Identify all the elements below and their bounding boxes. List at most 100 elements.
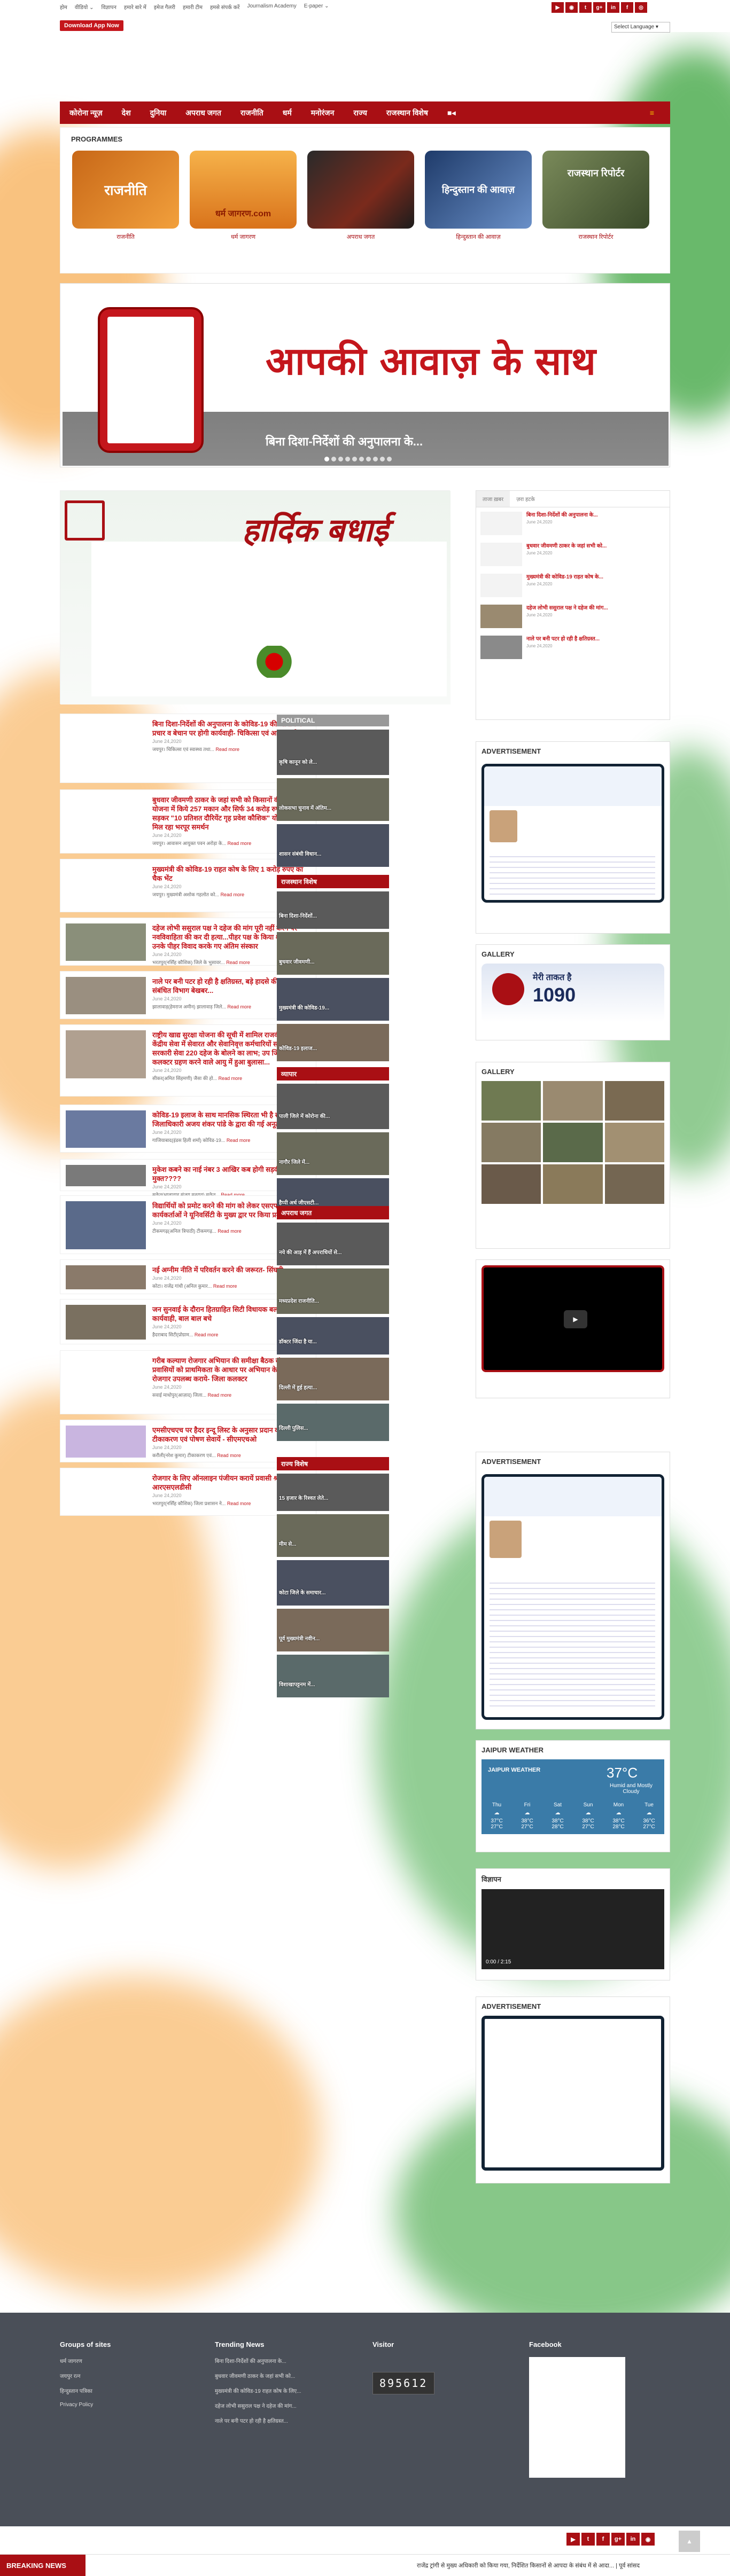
- menu-icon[interactable]: ≡: [640, 108, 664, 117]
- banner-dots[interactable]: [324, 457, 392, 461]
- nav-apradh[interactable]: अपराध जगत: [176, 108, 231, 118]
- category-story-caption[interactable]: पूर्व मुख्यमंत्री नवीन...: [279, 1635, 386, 1642]
- category-story[interactable]: कोविड-19 इलाज...: [277, 1024, 389, 1061]
- top-nav-home[interactable]: होम: [60, 3, 67, 11]
- recent-thumbnail[interactable]: [480, 605, 522, 628]
- recent-title[interactable]: मुख्यमंत्री की कोविड-19 राहत कोष के...: [526, 574, 603, 581]
- trending-link[interactable]: बुधवार जीवमणी ठाकर के जहां सभी को...: [215, 2372, 301, 2379]
- twitter-icon[interactable]: t: [581, 2533, 595, 2546]
- category-story-caption[interactable]: मीम से...: [279, 1541, 386, 1548]
- rss-icon[interactable]: ◉: [565, 2, 578, 13]
- category-title[interactable]: राजस्थान विशेष: [277, 875, 389, 888]
- category-story[interactable]: मीम से...: [277, 1514, 389, 1557]
- tab-latest[interactable]: ताजा ख़बर: [476, 491, 510, 507]
- category-story-caption[interactable]: कोविड-19 इलाज...: [279, 1045, 386, 1052]
- recent-item[interactable]: मुख्यमंत्री की कोविड-19 राहत कोष के... Ju…: [476, 569, 670, 600]
- programme-item[interactable]: राजस्थान रिपोर्टर राजस्थान रिपोर्टर: [542, 151, 649, 241]
- nav-dharm[interactable]: धर्म: [273, 108, 301, 118]
- read-more-link[interactable]: Read more: [228, 841, 252, 846]
- category-story-caption[interactable]: नागौर जिले में...: [279, 1159, 386, 1166]
- footer-link[interactable]: जयपुर रत्न: [60, 2372, 111, 2379]
- programme-item[interactable]: राजनीति राजनीति: [72, 151, 179, 241]
- category-story-caption[interactable]: 15 हजार के रिश्वत लेते...: [279, 1495, 386, 1502]
- recent-thumbnail[interactable]: [480, 543, 522, 566]
- facebook-icon[interactable]: f: [596, 2533, 610, 2546]
- nav-rajasthan[interactable]: राजस्थान विशेष: [377, 108, 438, 118]
- category-story[interactable]: मध्यप्रदेश राजनीति...: [277, 1269, 389, 1314]
- category-story-caption[interactable]: बिना दिशा-निर्देशों...: [279, 913, 386, 920]
- read-more-link[interactable]: Read more: [228, 1004, 252, 1009]
- footer-link[interactable]: Privacy Policy: [60, 2402, 111, 2408]
- category-story[interactable]: पाली जिले में कोरोना की...: [277, 1084, 389, 1129]
- feature-greeting[interactable]: हार्दिक बधाई: [60, 490, 451, 704]
- category-story-caption[interactable]: नये की आड़ में हैं अपराधियों से...: [279, 1249, 386, 1256]
- read-more-link[interactable]: Read more: [195, 1332, 219, 1337]
- breaking-ticker[interactable]: राजेंद्र ट्रांगी से मुख्य अधिकारी को किय…: [417, 2562, 640, 2570]
- news-thumbnail[interactable]: [66, 795, 146, 843]
- programme-item[interactable]: हिन्दुस्तान की आवाज़ हिन्दुस्तान की आवाज…: [425, 151, 532, 241]
- read-more-link[interactable]: Read more: [221, 892, 245, 897]
- ad-card[interactable]: [482, 2016, 664, 2171]
- top-nav-gallery[interactable]: इमेज गैलरी: [154, 3, 175, 11]
- ad-card[interactable]: [482, 1474, 664, 1720]
- recent-item[interactable]: दहेज लोभी ससुराल पक्ष ने दहेज की मांग...…: [476, 600, 670, 631]
- category-story[interactable]: लोकसभा चुनाव में अंतिम...: [277, 778, 389, 821]
- category-story-caption[interactable]: लोकसभा चुनाव में अंतिम...: [279, 805, 386, 812]
- nav-desh[interactable]: देश: [112, 108, 141, 118]
- recent-item[interactable]: बुधवार जीवमणी ठाकर के जहां सभी को... June…: [476, 538, 670, 569]
- hero-banner[interactable]: आपकी आवाज़ के साथ बिना दिशा-निर्देशों की…: [60, 283, 670, 467]
- category-story-caption[interactable]: डॉक्टर जिंदा है या...: [279, 1338, 386, 1345]
- trending-link[interactable]: मुख्यमंत्री की कोविड-19 राहत कोष के लिए.…: [215, 2387, 301, 2394]
- news-thumbnail[interactable]: [66, 1165, 146, 1186]
- programme-item[interactable]: अपराध जगत: [307, 151, 414, 241]
- linkedin-icon[interactable]: in: [607, 2, 619, 13]
- category-story-caption[interactable]: मुख्यमंत्री की कोविड-19...: [279, 1005, 386, 1012]
- news-thumbnail[interactable]: [66, 719, 146, 768]
- category-story[interactable]: विशाखापट्टनम में...: [277, 1655, 389, 1697]
- category-story-caption[interactable]: कोटा जिले के समाचार...: [279, 1590, 386, 1596]
- recent-title[interactable]: बुधवार जीवमणी ठाकर के जहां सभी को...: [526, 543, 607, 550]
- nav-corona[interactable]: कोरोना न्यूज़: [60, 108, 112, 118]
- nav-duniya[interactable]: दुनिया: [141, 108, 176, 118]
- video-camera-icon[interactable]: ■◂: [438, 108, 465, 118]
- top-nav-ads[interactable]: विज्ञापन: [102, 3, 117, 11]
- top-nav-contact[interactable]: हमसे संपर्क करें: [210, 3, 240, 11]
- read-more-link[interactable]: Read more: [219, 1076, 243, 1081]
- top-nav-academy[interactable]: Journalism Academy: [247, 3, 296, 11]
- read-more-link[interactable]: Read more: [213, 1283, 237, 1289]
- category-story[interactable]: 15 हजार के रिश्वत लेते...: [277, 1474, 389, 1511]
- category-story[interactable]: नागौर जिले में...: [277, 1132, 389, 1175]
- category-story-caption[interactable]: शासन संबंधी विधान...: [279, 851, 386, 858]
- download-app-button[interactable]: Download App Now: [60, 20, 123, 31]
- video-player[interactable]: ▶: [482, 1265, 664, 1372]
- category-story[interactable]: शासन संबंधी विधान...: [277, 824, 389, 867]
- category-story[interactable]: डॉक्टर जिंदा है या...: [277, 1317, 389, 1354]
- category-story-caption[interactable]: विशाखापट्टनम में...: [279, 1681, 386, 1688]
- recent-item[interactable]: बिना दिशा-निर्देशों की अनुपालना के... Jun…: [476, 507, 670, 538]
- nav-rajya[interactable]: राज्य: [344, 108, 376, 118]
- news-thumbnail[interactable]: [66, 865, 146, 907]
- news-thumbnail[interactable]: [66, 977, 146, 1014]
- tab-hatke[interactable]: ज़रा हटके: [510, 491, 541, 507]
- video-ad-player[interactable]: 0:00 / 2:15: [482, 1889, 664, 1969]
- nav-rajniti[interactable]: राजनीति: [231, 108, 273, 118]
- top-nav-about[interactable]: हमारे बारे में: [124, 3, 146, 11]
- category-story[interactable]: दिल्ली पुलिस...: [277, 1404, 389, 1441]
- footer-link[interactable]: हिन्दुस्तान पत्रिका: [60, 2387, 111, 2394]
- category-story[interactable]: दिल्ली में हुई हत्या...: [277, 1358, 389, 1400]
- category-story[interactable]: बुधवार जीवमणी...: [277, 932, 389, 975]
- category-story[interactable]: कृषि कानून को ले...: [277, 730, 389, 775]
- footer-link[interactable]: धर्म जागरण: [60, 2357, 111, 2364]
- recent-title[interactable]: दहेज लोभी ससुराल पक्ष ने दहेज की मांग...: [526, 605, 608, 612]
- category-story[interactable]: बिना दिशा-निर्देशों...: [277, 891, 389, 929]
- read-more-link[interactable]: Read more: [226, 960, 250, 965]
- category-title[interactable]: POLITICAL: [277, 715, 389, 726]
- nav-manoranjan[interactable]: मनोरंजन: [301, 108, 344, 118]
- ad-card[interactable]: [482, 764, 664, 903]
- twitter-icon[interactable]: t: [579, 2, 592, 13]
- facebook-embed[interactable]: [529, 2357, 625, 2478]
- trending-link[interactable]: बिना दिशा-निर्देशों की अनुपालना के...: [215, 2357, 301, 2364]
- category-story-caption[interactable]: बुधवार जीवमणी...: [279, 959, 386, 966]
- recent-title[interactable]: नाले पर बनी पटर हो रही है क्षतिग्रस्त...: [526, 636, 600, 643]
- google-plus-icon[interactable]: g+: [593, 2, 605, 13]
